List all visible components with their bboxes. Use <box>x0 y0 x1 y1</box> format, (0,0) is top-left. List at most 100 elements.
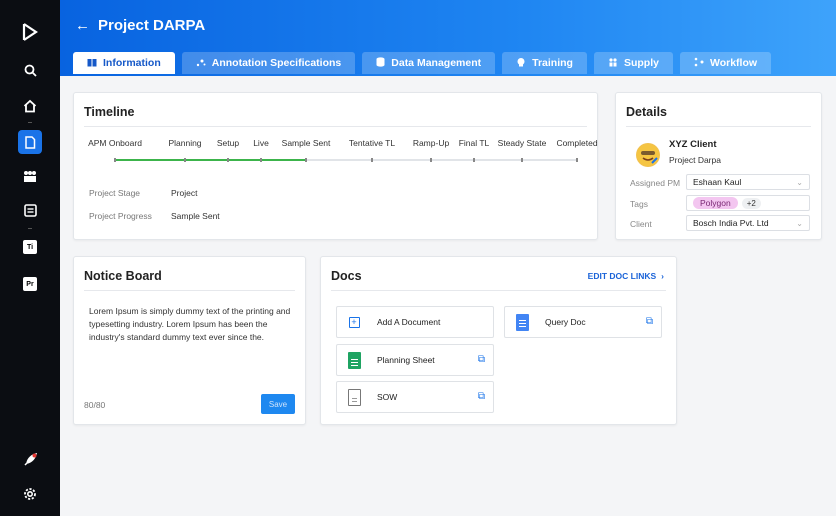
database-icon <box>376 57 385 69</box>
timeline-stage-marker <box>576 158 578 162</box>
tab-training[interactable]: Training <box>502 52 587 74</box>
docs-title: Docs <box>331 269 362 283</box>
add-document-label: Add A Document <box>377 317 441 327</box>
pr-icon-label: Pr <box>23 277 37 291</box>
save-button[interactable]: Save <box>261 394 295 414</box>
tab-label: Supply <box>623 57 659 69</box>
sidebar-divider <box>28 228 32 229</box>
details-title: Details <box>626 105 667 119</box>
doc-name: SOW <box>377 392 398 402</box>
doc-name: Query Doc <box>545 317 586 327</box>
project-stage-label: Project Stage <box>89 188 141 198</box>
tag-more-chip[interactable]: +2 <box>741 197 761 209</box>
external-link-icon[interactable]: ⧉ <box>478 391 485 402</box>
tag-chip[interactable]: Polygon <box>693 197 738 209</box>
rocket-icon[interactable] <box>18 448 42 472</box>
client-value: Bosch India Pvt. Ltd <box>693 218 769 228</box>
doc-item-query-doc[interactable]: Query Doc ⧉ <box>504 306 662 338</box>
external-link-icon[interactable]: ⧉ <box>646 316 653 327</box>
tab-workflow[interactable]: Workflow <box>679 52 772 74</box>
tab-label: Training <box>532 57 573 69</box>
timeline-stage-marker <box>305 158 307 162</box>
search-icon[interactable] <box>18 58 42 82</box>
page-title-row: ← Project DARPA <box>75 17 205 34</box>
external-link-icon[interactable]: ⧉ <box>478 354 485 365</box>
doc-name: Planning Sheet <box>377 355 435 365</box>
project-stage-value: Project <box>171 188 198 198</box>
google-sheet-icon <box>347 351 361 369</box>
client-project: Project Darpa <box>669 155 721 165</box>
tags-label: Tags <box>630 199 648 209</box>
people-icon <box>608 57 618 69</box>
tab-label: Workflow <box>709 57 758 69</box>
timeline-stages: APM Onboard Planning Setup Live Sample Sent T… <box>88 138 598 168</box>
timeline-stage-label: Steady State <box>497 138 547 148</box>
timeline-stage-marker <box>260 158 262 162</box>
logo-icon[interactable] <box>18 20 42 44</box>
project-progress-value: Sample Sent <box>171 211 220 221</box>
divider <box>331 290 666 291</box>
ti-icon-label: Ti <box>23 240 37 254</box>
tab-information[interactable]: Information <box>73 52 175 74</box>
assigned-pm-label: Assigned PM <box>630 178 681 188</box>
timeline-stage-label: Tentative TL <box>348 138 396 148</box>
timeline-stage-marker <box>371 158 373 162</box>
docs-card: Docs EDIT DOC LINKS › + Add A Document Q… <box>320 256 677 425</box>
document-icon[interactable] <box>18 130 42 154</box>
divider <box>84 126 587 127</box>
chevron-down-icon: ⌄ <box>796 177 803 187</box>
gear-icon[interactable] <box>18 482 42 506</box>
tab-label: Information <box>103 57 161 69</box>
timeline-stage-marker <box>473 158 475 162</box>
timeline-stage-label: Sample Sent <box>281 138 331 148</box>
chevron-down-icon: ⌄ <box>796 218 803 228</box>
add-document-button[interactable]: + Add A Document <box>336 306 494 338</box>
timeline-stage-label: Ramp-Up <box>412 138 450 148</box>
edit-doc-links-link[interactable]: EDIT DOC LINKS › <box>588 271 664 281</box>
assigned-pm-value: Eshaan Kaul <box>693 177 742 187</box>
page-title: Project DARPA <box>98 17 206 34</box>
pr-icon[interactable]: Pr <box>18 272 42 296</box>
book-icon <box>87 58 97 69</box>
timeline-stage-label: Planning <box>168 138 202 148</box>
tags-field[interactable]: Polygon +2 <box>686 195 810 211</box>
back-arrow-icon[interactable]: ← <box>75 17 90 34</box>
doc-item-sow[interactable]: SOW ⧉ <box>336 381 494 413</box>
tab-data-management[interactable]: Data Management <box>362 52 496 74</box>
sparkle-icon <box>196 58 206 69</box>
client-select[interactable]: Bosch India Pvt. Ltd ⌄ <box>686 215 810 231</box>
smiley-icon <box>637 144 659 166</box>
timeline-title: Timeline <box>84 105 135 119</box>
divider <box>626 126 811 127</box>
sidebar: Ti Pr <box>0 0 60 516</box>
tab-label: Annotation Specifications <box>211 57 342 69</box>
timeline-stage-label: Final TL <box>458 138 490 148</box>
form-icon[interactable] <box>18 198 42 222</box>
timeline-stage-label: Completed <box>556 138 598 148</box>
ti-icon[interactable]: Ti <box>18 235 42 259</box>
client-avatar[interactable] <box>636 143 660 167</box>
add-icon: + <box>347 313 361 331</box>
character-counter: 80/80 <box>84 400 106 410</box>
project-progress-label: Project Progress <box>89 211 152 221</box>
tab-bar: Information Annotation Specifications Da… <box>73 52 772 74</box>
chevron-right-icon: › <box>661 271 664 281</box>
notice-title: Notice Board <box>84 269 162 283</box>
timeline-stage-label: APM Onboard <box>88 138 142 148</box>
tab-annotation-specifications[interactable]: Annotation Specifications <box>181 52 356 74</box>
notice-board-card: Notice Board Lorem Ipsum is simply dummy… <box>73 256 306 425</box>
timeline-stage-marker <box>227 158 229 162</box>
tab-supply[interactable]: Supply <box>593 52 673 74</box>
team-icon[interactable] <box>18 164 42 188</box>
edit-doc-links-label: EDIT DOC LINKS <box>587 271 657 281</box>
client-name: XYZ Client <box>669 139 717 150</box>
assigned-pm-select[interactable]: Eshaan Kaul ⌄ <box>686 174 810 190</box>
doc-item-planning-sheet[interactable]: Planning Sheet ⧉ <box>336 344 494 376</box>
timeline-stage-label: Setup <box>216 138 240 148</box>
divider <box>84 290 295 291</box>
notice-textarea[interactable]: Lorem Ipsum is simply dummy text of the … <box>89 305 294 344</box>
sidebar-divider <box>28 122 32 123</box>
flow-icon <box>694 57 704 69</box>
home-icon[interactable] <box>18 94 42 118</box>
tab-label: Data Management <box>391 57 482 69</box>
